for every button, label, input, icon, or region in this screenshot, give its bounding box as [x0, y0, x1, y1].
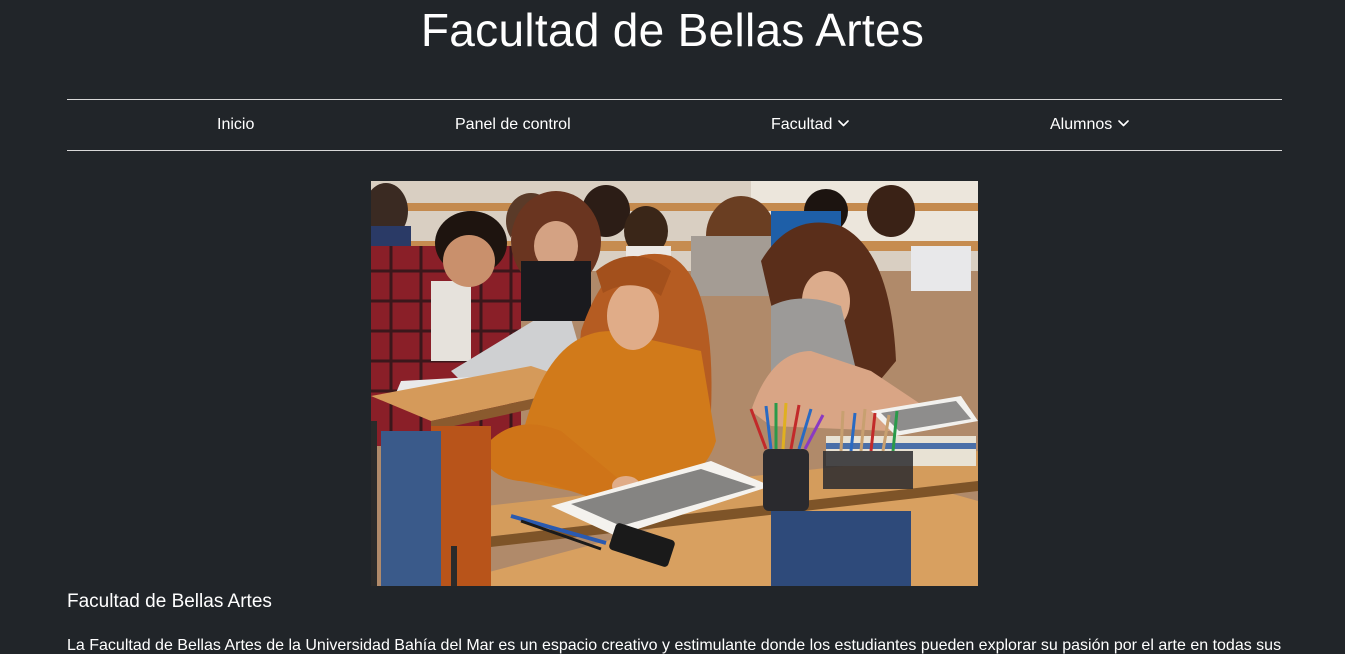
nav-item-inicio[interactable]: Inicio [217, 100, 254, 150]
chevron-down-icon [1118, 98, 1130, 148]
chevron-down-icon [838, 98, 850, 148]
nav-item-label: Facultad [771, 116, 833, 133]
nav-item-facultad[interactable]: Facultad [771, 98, 850, 150]
nav-item-alumnos[interactable]: Alumnos [1050, 98, 1130, 150]
intro-paragraph: La Facultad de Bellas Artes de la Univer… [67, 637, 1282, 654]
nav-item-label: Alumnos [1050, 116, 1113, 133]
page: Facultad de Bellas Artes Inicio Panel de… [0, 0, 1345, 654]
section-title: Facultad de Bellas Artes [67, 591, 272, 612]
hero-image [371, 181, 978, 586]
nav-item-label: Inicio [217, 116, 255, 133]
nav-item-label: Panel de control [455, 116, 571, 133]
main-nav: Inicio Panel de control Facultad Alumnos [67, 99, 1282, 151]
site-title: Facultad de Bellas Artes [420, 4, 925, 56]
nav-item-panel-de-control[interactable]: Panel de control [455, 100, 571, 150]
